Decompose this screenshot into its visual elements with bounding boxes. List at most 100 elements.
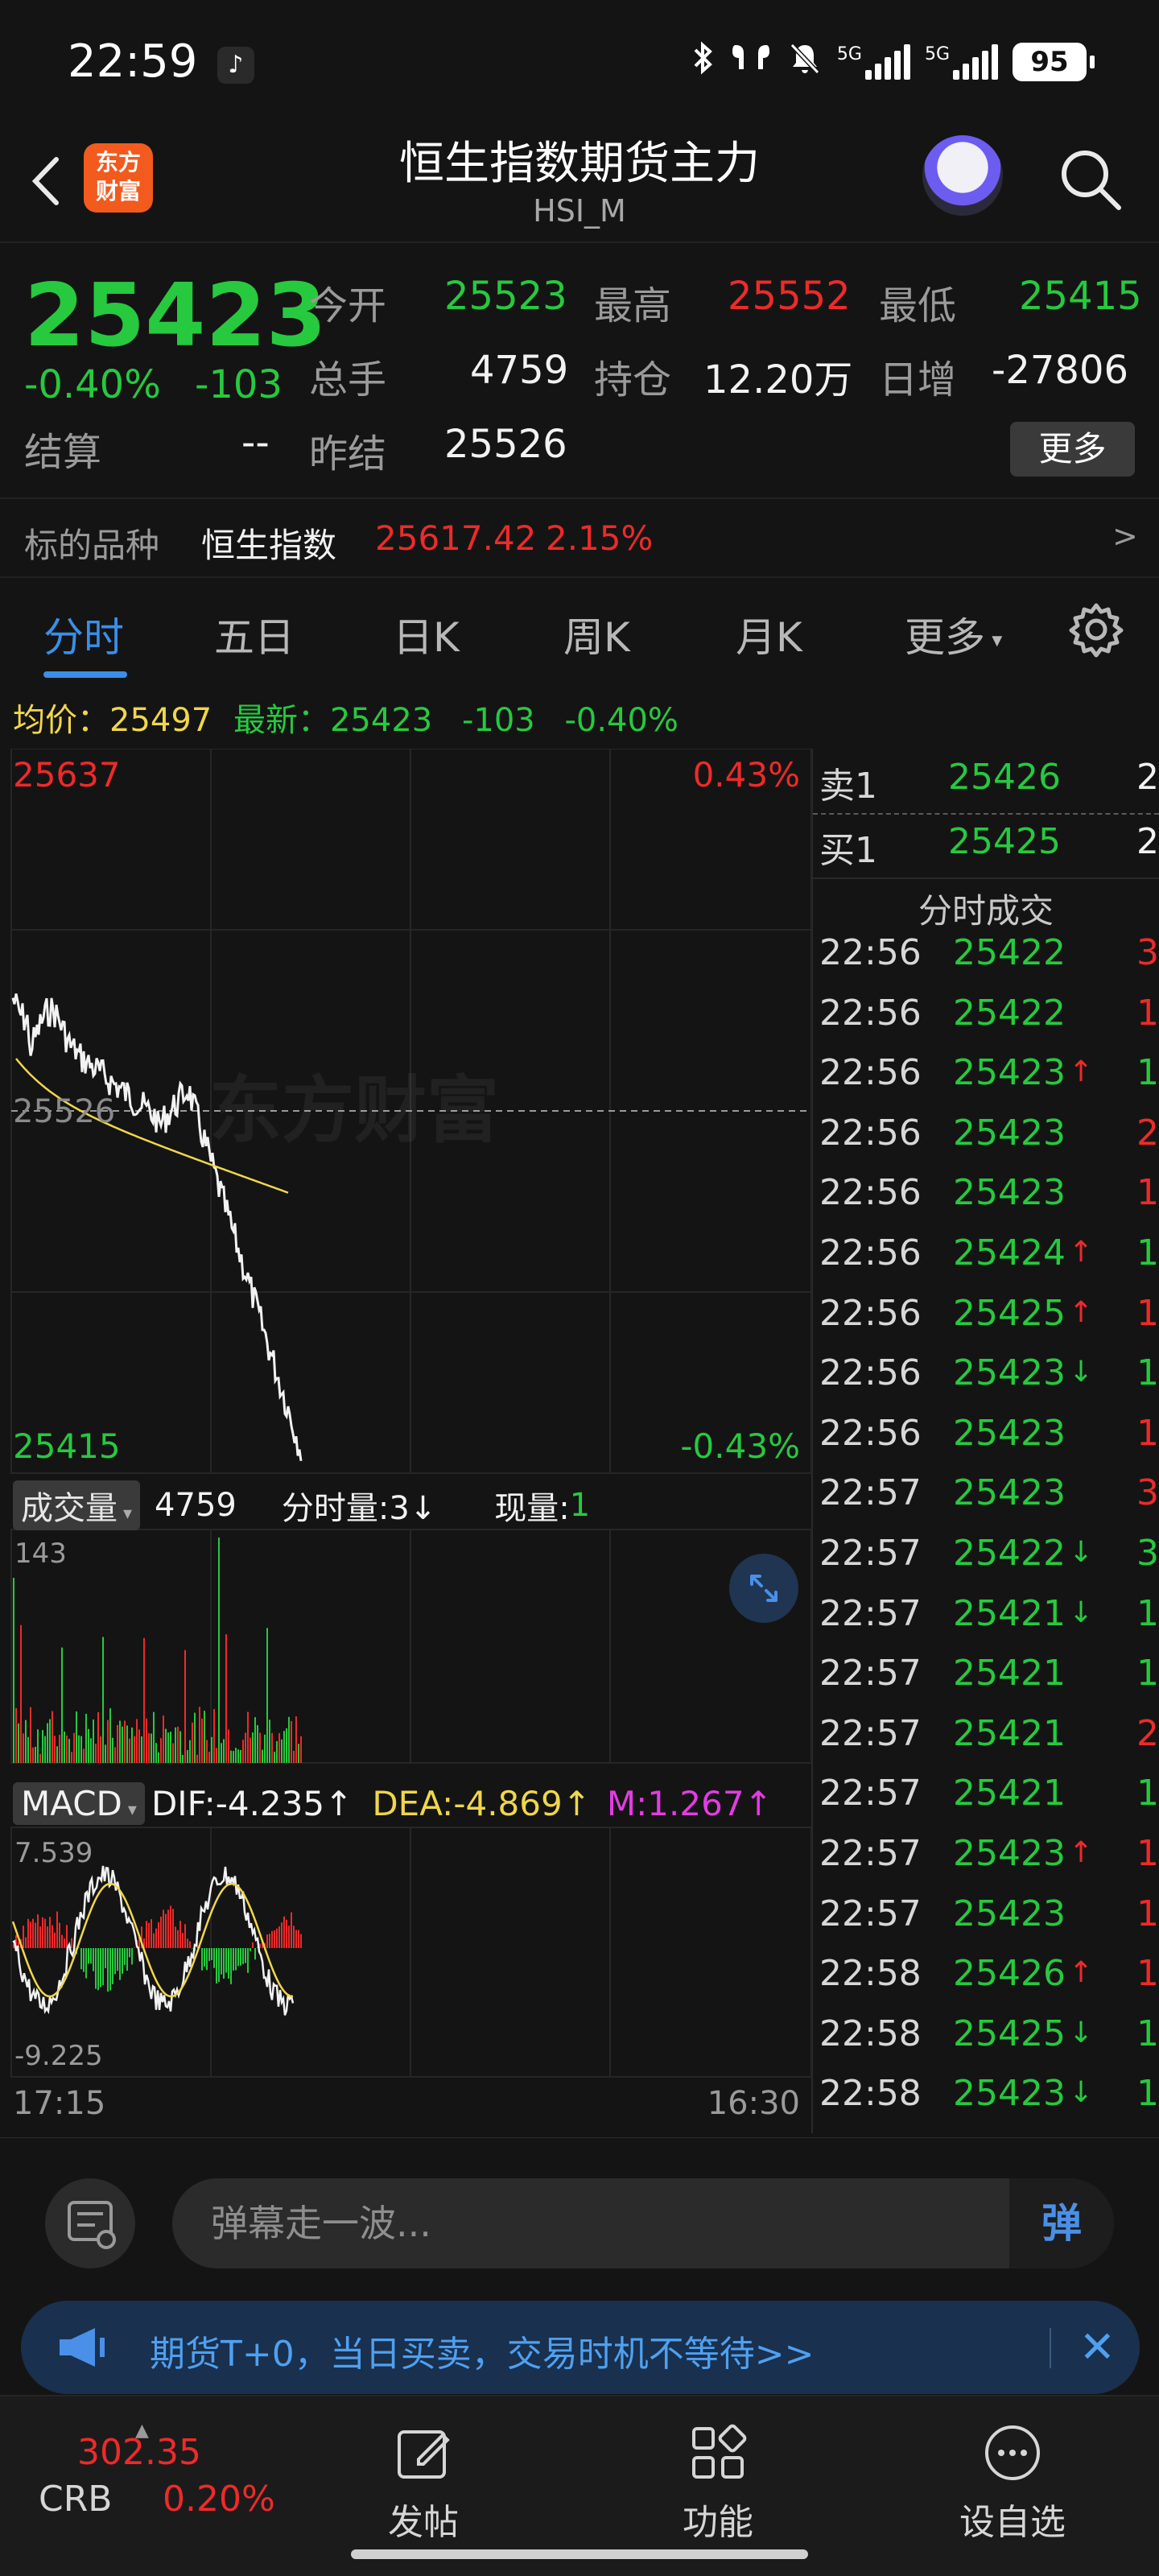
trade-time: 22:57 (819, 1712, 922, 1754)
search-button[interactable] (1054, 143, 1127, 216)
trade-time: 22:56 (819, 1292, 922, 1334)
trade-price: 25423 (953, 1833, 1066, 1874)
volume-bar (153, 1711, 155, 1763)
volume-bar (100, 1736, 101, 1763)
bid-row: 买1 25425 2 (813, 821, 1159, 881)
volume-bar (85, 1713, 87, 1763)
trade-price: 25424 (953, 1232, 1066, 1274)
trade-time: 22:56 (819, 1412, 922, 1454)
danmu-toggle-button[interactable]: 弹 (1009, 2178, 1114, 2268)
volume-bar (252, 1732, 254, 1763)
trade-row: 22:56 25423 1 (813, 1413, 1159, 1472)
tab-5day[interactable]: 五日 (214, 605, 295, 663)
volume-bar (42, 1730, 43, 1763)
network-type-2: 5G (924, 43, 950, 64)
functions-label: 功能 (683, 2502, 753, 2543)
settle-label: 结算 (24, 430, 102, 475)
macd-bar (83, 1948, 85, 1972)
volume-bar (199, 1707, 200, 1763)
cell-signal-2-icon: 5G (924, 43, 998, 80)
volume-bar (148, 1733, 150, 1763)
macd-bar (269, 1934, 270, 1948)
prev-settle-label: 昨结 (309, 431, 387, 477)
tab-weekly-k[interactable]: 周K (563, 605, 630, 663)
volume-bar (235, 1748, 237, 1763)
volume-bar (71, 1752, 72, 1763)
macd-selector[interactable]: MACD ▾ (13, 1781, 145, 1825)
macd-bar (293, 1926, 295, 1948)
latest-label: 最新： (233, 702, 330, 739)
volume-bar (295, 1716, 297, 1763)
macd-bar (288, 1926, 290, 1948)
trade-direction: ↓ (1069, 1356, 1094, 1389)
trade-volume: 1 (1136, 2073, 1159, 2115)
trade-price: 25421 (953, 1592, 1066, 1634)
volume-bar (78, 1735, 80, 1763)
functions-button[interactable]: 功能 (654, 2421, 782, 2545)
trade-time: 22:56 (819, 932, 922, 973)
trade-volume: 2 (1136, 1712, 1159, 1754)
crb-pct: 0.20% (163, 2479, 275, 2520)
volume-bar (291, 1720, 292, 1763)
volume-bar (76, 1711, 77, 1763)
time-axis-end: 16:30 (707, 2085, 800, 2122)
tab-fenshi[interactable]: 分时 (43, 605, 124, 663)
trade-row: 22:56 25422 1 (813, 993, 1159, 1052)
macd-bar (64, 1938, 65, 1948)
macd-bar (221, 1948, 222, 1975)
tab-more[interactable]: 更多 ▾ (905, 605, 1002, 663)
promo-banner[interactable]: 期货T+0，当日买卖，交易时机不等待>> ✕ (21, 2301, 1140, 2394)
macd-bar (179, 1921, 181, 1948)
settings-gear-icon[interactable] (1066, 599, 1127, 663)
crb-ticker[interactable]: ▲ 302.35 CRB 0.20% (24, 2421, 282, 2549)
trade-row: 22:57 25422 ↓ 3 (813, 1533, 1159, 1592)
volume-bar (35, 1746, 36, 1763)
latest-value: 25423 (329, 702, 433, 739)
volume-bar (32, 1747, 34, 1763)
tab-monthly-k[interactable]: 月K (736, 605, 802, 663)
robot-assistant-icon[interactable] (922, 135, 1003, 216)
volume-bar (216, 1748, 217, 1763)
macd-bar (175, 1926, 176, 1948)
close-icon[interactable]: ✕ (1079, 2322, 1116, 2372)
trade-price: 25425 (953, 2013, 1066, 2054)
danmu-list-button[interactable] (45, 2178, 135, 2268)
volume-bar (114, 1747, 116, 1763)
time-axis-start: 17:15 (13, 2085, 106, 2122)
volume-bar (192, 1722, 193, 1763)
danmu-input[interactable]: 弹幕走一波... (172, 2178, 1114, 2268)
more-dots-icon (980, 2421, 1045, 2485)
volume-selector[interactable]: 成交量 ▾ (13, 1480, 141, 1530)
volume-bar (141, 1736, 142, 1763)
book-separator (813, 877, 1159, 879)
volume-bar (196, 1754, 198, 1763)
macd-bar (100, 1948, 101, 1988)
home-indicator (351, 2549, 808, 2559)
volume-bar (146, 1718, 147, 1763)
post-button[interactable]: 发帖 (359, 2421, 488, 2545)
volume-bar (271, 1732, 273, 1763)
volume-bar (259, 1732, 261, 1763)
volume-bar (187, 1750, 188, 1763)
last-price: 25423 (24, 266, 327, 366)
bluetooth-icon (691, 40, 715, 83)
macd-bar (54, 1932, 56, 1948)
tab-daily-k[interactable]: 日K (393, 605, 460, 663)
volume-bar (221, 1743, 222, 1763)
ask-row: 卖1 25426 2 (813, 757, 1159, 816)
volume-bar (298, 1744, 299, 1763)
trade-volume: 1 (1136, 1653, 1159, 1695)
underlying-row[interactable]: 标的品种 恒生指数 25617.42 2.15% > (0, 497, 1159, 578)
trade-time: 22:57 (819, 1833, 922, 1874)
macd-bar (23, 1926, 24, 1948)
macd-bar (177, 1930, 179, 1948)
chart-area[interactable]: 25637 0.43% 25526 25415 -0.43% 东方财富 成交量 … (0, 749, 813, 2133)
more-button[interactable]: 更多 (1010, 422, 1135, 477)
trade-volume: 3 (1136, 1533, 1159, 1574)
latest-pct: -0.40% (564, 702, 678, 739)
add-watchlist-button[interactable]: 设自选 (932, 2421, 1093, 2545)
volume-bars (13, 1538, 302, 1763)
trade-row: 22:57 25421 1 (813, 1653, 1159, 1712)
macd-bar (151, 1919, 152, 1948)
expand-button[interactable] (729, 1554, 798, 1623)
